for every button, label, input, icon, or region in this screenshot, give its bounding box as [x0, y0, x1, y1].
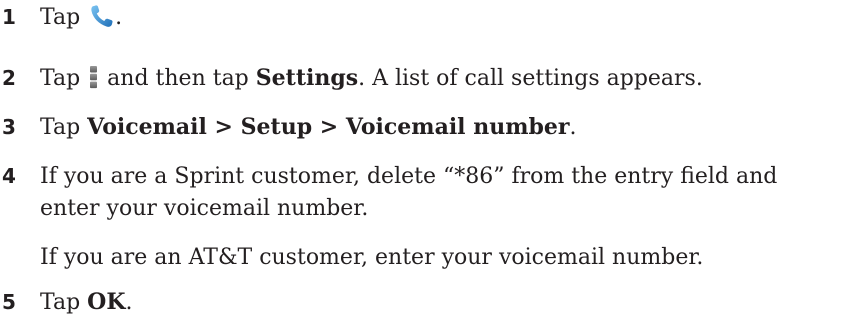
ok-label: OK: [87, 289, 126, 315]
step-text-post: .: [569, 115, 577, 140]
phone-icon: [91, 5, 113, 27]
menu-icon: [90, 66, 98, 89]
step-text: Tap Voicemail > Setup > Voicemail number…: [40, 113, 576, 142]
step-number: 2: [2, 66, 16, 90]
step-text-line-1: If you are a Sprint customer, delete “*8…: [40, 164, 778, 189]
step-number: 4: [2, 164, 16, 188]
step-note: If you are an AT&T customer, enter your …: [40, 245, 704, 270]
step-text-pre: Tap: [40, 5, 81, 30]
step-text-pre: Tap: [40, 66, 81, 91]
step-text-post: .: [125, 290, 133, 315]
menu-path-label: Voicemail > Setup > Voicemail number: [87, 114, 570, 140]
instructions-page: 1 Tap . 2 Tap and then tap Settings. A l…: [0, 0, 852, 317]
step-text-mid: and then tap: [107, 66, 249, 91]
step-text-post: . A list of call settings appears.: [358, 66, 703, 91]
step-number: 1: [2, 5, 16, 29]
settings-label: Settings: [255, 65, 359, 91]
step-text-pre: Tap: [40, 115, 81, 140]
step-text: Tap OK.: [40, 288, 132, 317]
step-text: Tap .: [40, 3, 122, 32]
step-number: 3: [2, 115, 16, 139]
step-text: Tap and then tap Settings. A list of cal…: [40, 64, 703, 93]
step-text-pre: Tap: [40, 290, 81, 315]
step-text-post: .: [115, 5, 123, 30]
step-number: 5: [2, 290, 16, 314]
step-text-line-2: enter your voicemail number.: [40, 196, 369, 221]
